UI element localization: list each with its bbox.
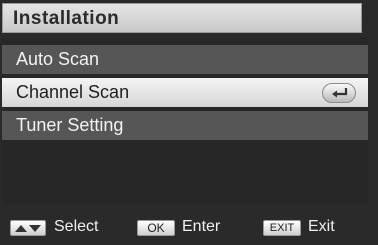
title-bar: Installation (2, 3, 362, 33)
menu-item-tuner-setting[interactable]: Tuner Setting (2, 111, 368, 140)
page-title: Installation (13, 8, 120, 29)
menu-item-channel-scan[interactable]: Channel Scan (2, 78, 368, 107)
select-hint-label: Select (54, 218, 99, 235)
exit-key-icon: EXIT (263, 220, 301, 236)
menu-panel: Auto Scan Channel Scan Tuner Setting (2, 38, 368, 204)
enter-icon (322, 83, 356, 103)
installation-screen: Installation Auto Scan Channel Scan Tune… (0, 0, 378, 245)
menu-item-label: Channel Scan (16, 82, 130, 102)
menu-item-auto-scan[interactable]: Auto Scan (2, 45, 368, 74)
up-down-arrows-icon (10, 220, 46, 236)
menu-item-label: Tuner Setting (16, 115, 124, 135)
ok-key-icon: OK (137, 220, 175, 236)
exit-hint-label: Exit (308, 218, 335, 235)
key-hint-bar: Select OK Enter EXIT Exit (0, 210, 378, 245)
menu-item-label: Auto Scan (16, 49, 100, 69)
enter-hint-label: Enter (182, 218, 221, 235)
